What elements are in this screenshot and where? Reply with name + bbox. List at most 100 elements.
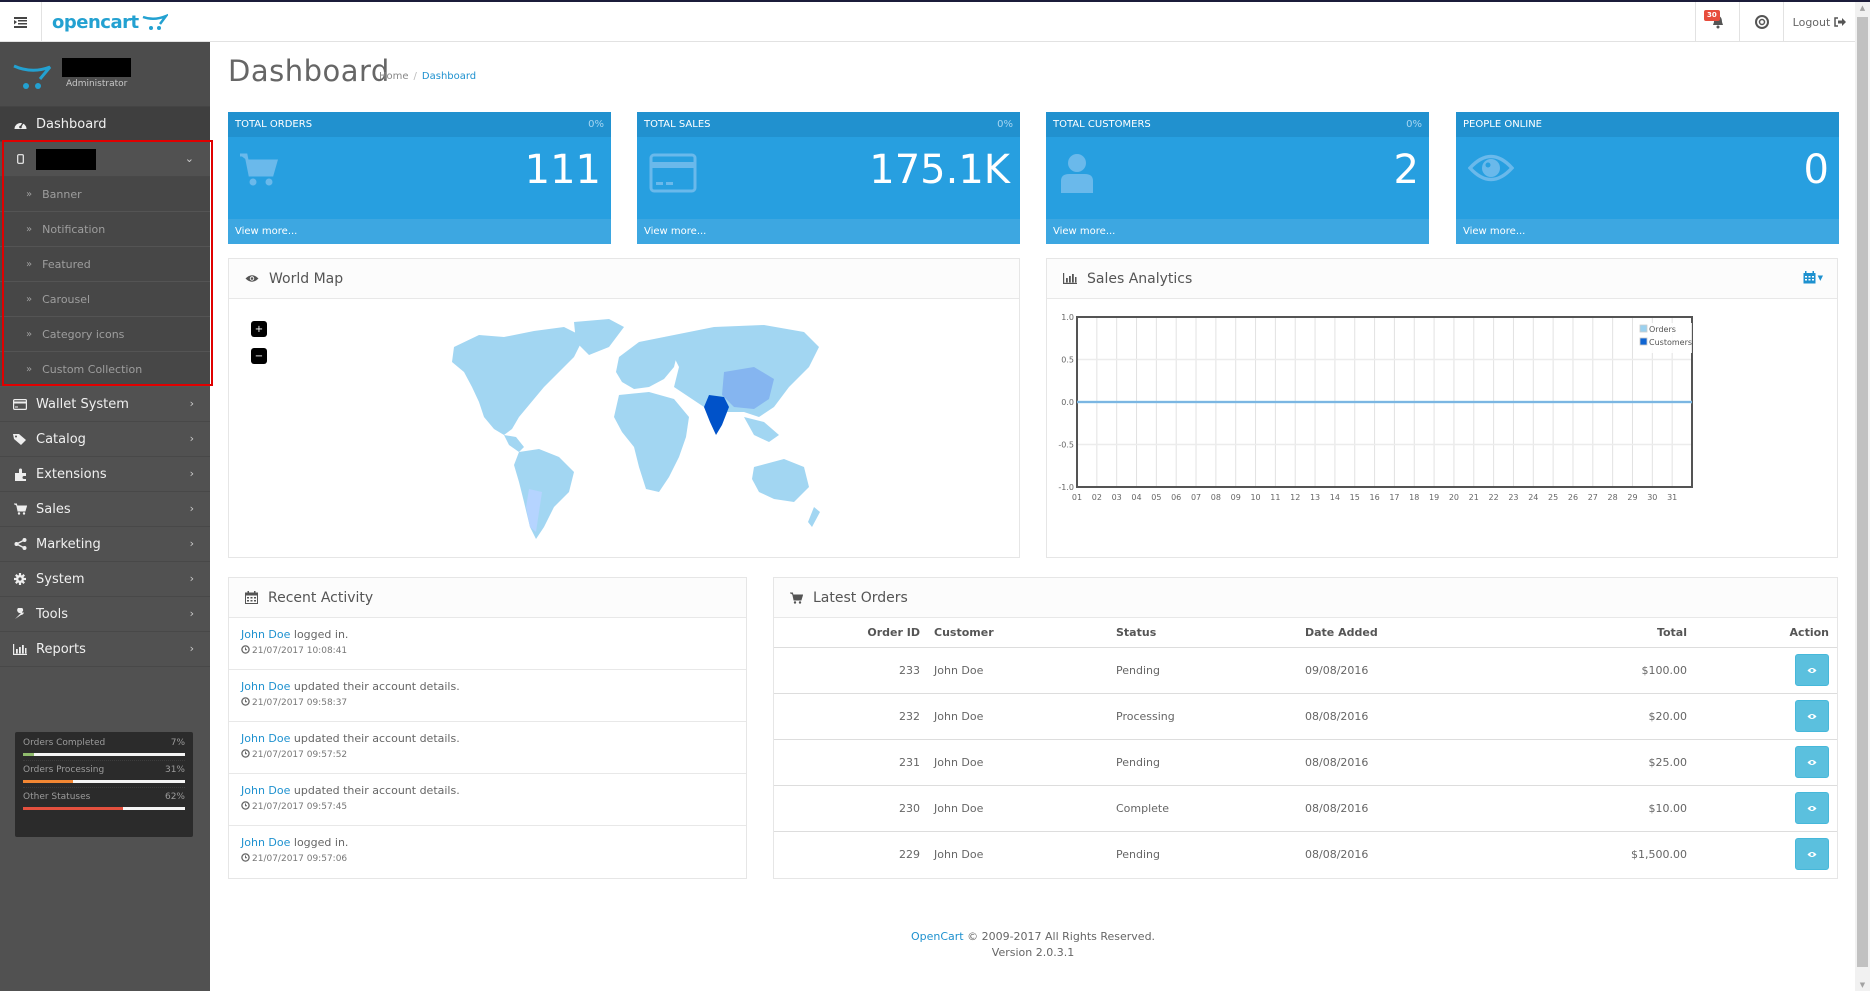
activity-user-link[interactable]: John Doe <box>241 680 290 693</box>
sidebar-subitem-carousel[interactable]: » Carousel <box>0 282 210 317</box>
page-scrollbar[interactable]: ▲ ▼ <box>1855 2 1870 991</box>
map-zoom-in-button[interactable]: + <box>251 321 267 337</box>
world-map-title: World Map <box>269 270 344 287</box>
orders-table: Order ID Customer Status Date Added Tota… <box>774 618 1837 877</box>
notifications-button[interactable]: 30 <box>1695 2 1739 42</box>
mobile-icon <box>12 151 28 167</box>
opencart-logo[interactable]: opencart <box>52 8 168 36</box>
eye-icon <box>1467 153 1515 186</box>
x-tick-label: 03 <box>1112 493 1122 502</box>
eye-icon <box>1807 851 1817 857</box>
order-total-cell: $25.00 <box>1505 739 1687 786</box>
scrollbar-thumb[interactable] <box>1857 17 1868 967</box>
order-total-cell: $1,500.00 <box>1631 847 1687 861</box>
username-redacted <box>62 58 131 77</box>
activity-user-link[interactable]: John Doe <box>241 784 290 797</box>
sidebar-subitem-featured[interactable]: » Featured <box>0 247 210 282</box>
map-zoom-out-button[interactable]: − <box>251 348 267 364</box>
sidebar-item-tools[interactable]: Tools › <box>0 597 210 632</box>
activity-item: John Doe logged in. 21/07/2017 10:08:41 <box>229 618 746 670</box>
x-tick-label: 17 <box>1389 493 1399 502</box>
stat-other-statuses: Other Statuses 62% <box>23 792 185 814</box>
sidebar-item-system[interactable]: System › <box>0 562 210 597</box>
sidebar-item-sales[interactable]: Sales › <box>0 492 210 527</box>
sidebar-item-custom-menu[interactable]: ⌄ <box>0 142 210 177</box>
column-total[interactable]: Total <box>1505 618 1687 648</box>
x-tick-label: 16 <box>1369 493 1379 502</box>
help-button[interactable] <box>1739 2 1783 42</box>
column-status[interactable]: Status <box>1116 618 1305 648</box>
chevron-right-icon: › <box>189 572 194 585</box>
sidebar-item-marketing[interactable]: Marketing › <box>0 527 210 562</box>
scroll-down-arrow[interactable]: ▼ <box>1855 979 1870 991</box>
y-tick-label: 0.0 <box>1061 398 1074 407</box>
sidebar-toggle-button[interactable] <box>0 2 42 42</box>
sidebar-subitem-category-icons[interactable]: » Category icons <box>0 317 210 352</box>
activity-user-link[interactable]: John Doe <box>241 836 290 849</box>
sidebar-item-extensions[interactable]: Extensions › <box>0 457 210 492</box>
order-date-cell: 09/08/2016 <box>1305 647 1505 694</box>
sidebar-item-dashboard[interactable]: Dashboard <box>0 107 210 142</box>
opencart-link[interactable]: OpenCart <box>911 930 964 943</box>
view-order-button[interactable] <box>1795 838 1829 871</box>
view-order-button[interactable] <box>1795 746 1829 778</box>
menu-indent-icon <box>14 16 27 28</box>
sidebar-item-reports[interactable]: Reports › <box>0 632 210 667</box>
tile-view-more-link[interactable]: View more... <box>1046 219 1429 244</box>
double-chevron-right-icon: » <box>26 293 33 305</box>
cart-logo-icon <box>142 13 168 30</box>
world-map[interactable] <box>424 317 824 542</box>
order-customer-cell: John Doe <box>932 785 1116 832</box>
order-total-cell: $20.00 <box>1505 693 1687 740</box>
orders-table-header: Order ID Customer Status Date Added Tota… <box>774 618 1837 648</box>
puzzle-icon <box>12 466 28 482</box>
chevron-right-icon: › <box>189 397 194 410</box>
y-tick-label: 1.0 <box>1061 313 1074 322</box>
stat-orders-completed: Orders Completed 7% <box>23 738 185 761</box>
submenu-list: » Banner» Notification» Featured» Carousel» C… <box>0 177 210 387</box>
activity-user-link[interactable]: John Doe <box>241 732 290 745</box>
view-order-button[interactable] <box>1795 700 1829 732</box>
sidebar-item-wallet-system[interactable]: Wallet System › <box>0 387 210 422</box>
sidebar-item-catalog[interactable]: Catalog › <box>0 422 210 457</box>
column-customer[interactable]: Customer <box>932 618 1116 648</box>
bar-chart-icon <box>12 641 28 657</box>
clock-icon <box>241 853 250 865</box>
tile-title: TOTAL CUSTOMERS <box>1053 119 1151 130</box>
logout-button[interactable]: Logout <box>1783 2 1855 42</box>
chevron-right-icon: › <box>189 432 194 445</box>
breadcrumb-current[interactable]: Dashboard <box>422 71 476 82</box>
tile-view-more-link[interactable]: View more... <box>637 219 1020 244</box>
stat-value: 7% <box>170 738 185 748</box>
sidebar-subitem-banner[interactable]: » Banner <box>0 177 210 212</box>
order-action-cell <box>1687 647 1837 694</box>
order-row: 230 John Doe Complete 08/08/2016 $10.00 <box>774 785 1837 832</box>
breadcrumb-home[interactable]: Home <box>379 71 409 82</box>
sidebar-subitem-custom-collection[interactable]: » Custom Collection <box>0 352 210 387</box>
cog-icon <box>12 571 28 587</box>
scroll-up-arrow[interactable]: ▲ <box>1855 2 1870 14</box>
tile-view-more-link[interactable]: View more... <box>1456 219 1839 244</box>
activity-user-link[interactable]: John Doe <box>241 628 290 641</box>
calendar-icon <box>245 591 258 604</box>
view-order-button[interactable] <box>1795 792 1829 824</box>
tile-title: PEOPLE ONLINE <box>1463 119 1542 130</box>
x-tick-label: 08 <box>1211 493 1221 502</box>
x-tick-label: 23 <box>1508 493 1518 502</box>
order-date-cell: 08/08/2016 <box>1305 693 1505 740</box>
tile-view-more-link[interactable]: View more... <box>228 219 611 244</box>
column-order-id[interactable]: Order ID <box>774 618 932 648</box>
tile-people-online: PEOPLE ONLINE 0 View more... <box>1456 112 1839 244</box>
stat-label: Orders Processing <box>23 765 105 775</box>
clock-icon <box>241 645 250 657</box>
shopping-cart-icon <box>240 153 278 190</box>
sidebar-subitem-notification[interactable]: » Notification <box>0 212 210 247</box>
tile-total-sales: TOTAL SALES 0% 175.1K View more... <box>637 112 1020 244</box>
date-range-dropdown[interactable]: ▼ <box>1803 271 1823 284</box>
stat-progress-fill <box>23 780 74 783</box>
stat-progress-bar <box>23 780 185 783</box>
view-order-button[interactable] <box>1795 654 1829 686</box>
column-date-added[interactable]: Date Added <box>1305 618 1505 648</box>
legend-label-customers: Customers <box>1649 338 1692 347</box>
order-row: 229 John Doe Pending 08/08/2016 $1,500.00 <box>774 831 1837 877</box>
